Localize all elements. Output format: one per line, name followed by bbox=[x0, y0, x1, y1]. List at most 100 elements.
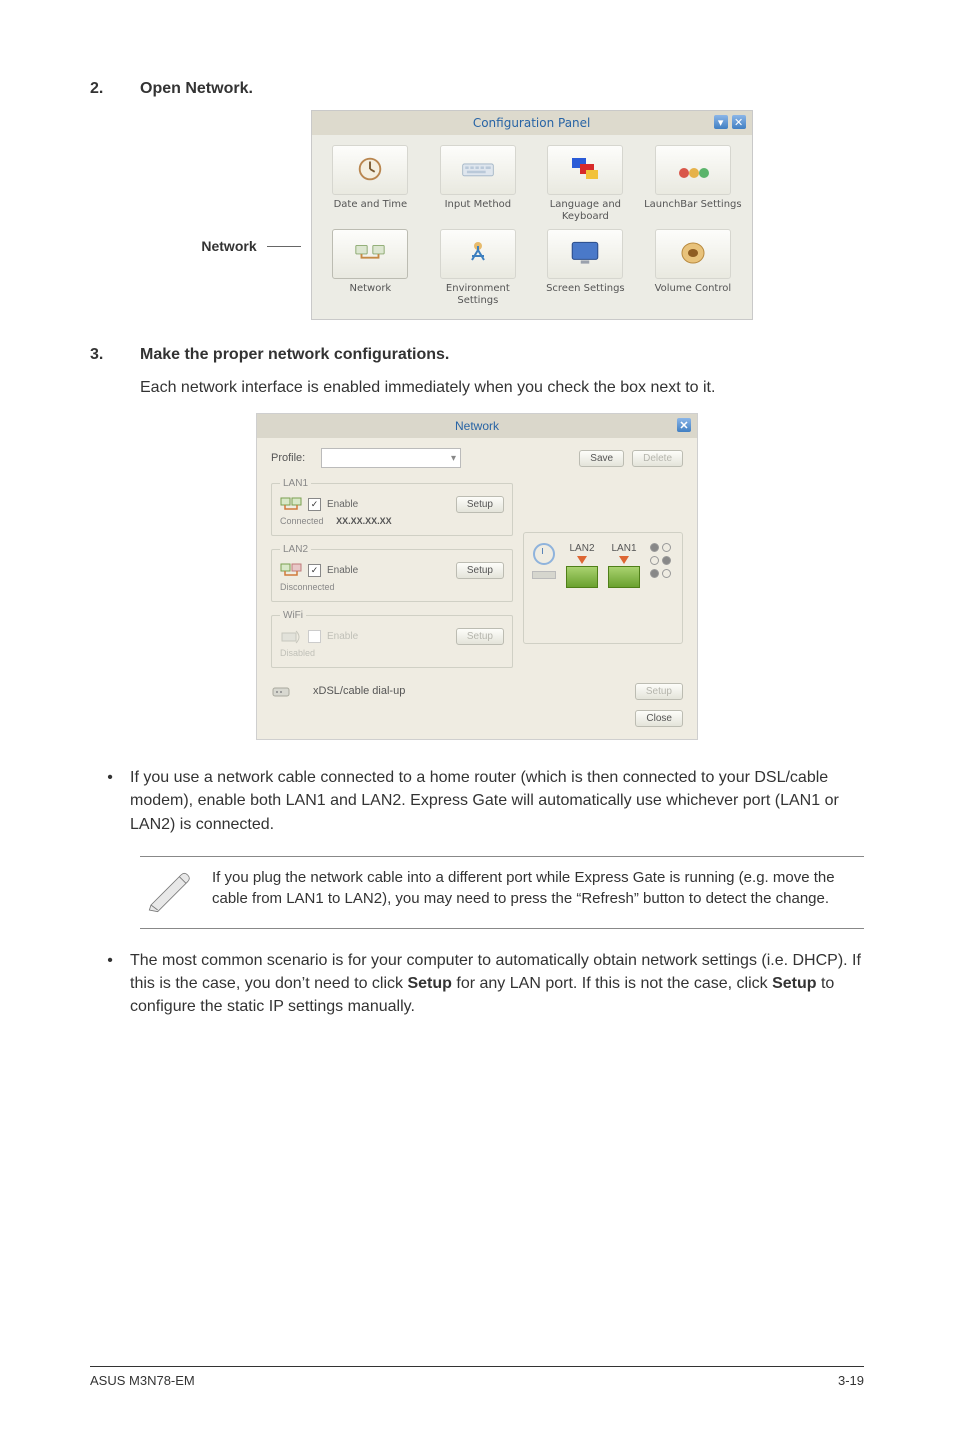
save-button[interactable]: Save bbox=[579, 450, 624, 467]
step-3-title: Make the proper network configurations. bbox=[140, 346, 449, 364]
lan2-setup-button[interactable]: Setup bbox=[456, 562, 504, 579]
network-window: Network ✕ Profile: ▾ Save Delete LAN1 bbox=[256, 413, 698, 740]
config-item-environment[interactable]: Environment Settings bbox=[427, 229, 529, 307]
config-panel-title: Configuration Panel bbox=[473, 116, 591, 130]
wifi-enable-label: Enable bbox=[327, 631, 358, 642]
bullet-marker: • bbox=[90, 766, 130, 836]
network-callout-label: Network bbox=[201, 238, 256, 254]
profile-dropdown[interactable]: ▾ bbox=[321, 448, 461, 468]
speaker-icon bbox=[676, 238, 710, 271]
arrow-down-icon bbox=[577, 556, 587, 564]
ports-panel: LAN2 LAN1 bbox=[523, 532, 683, 644]
config-item-label: Network bbox=[349, 283, 391, 305]
lan2-legend: LAN2 bbox=[280, 544, 311, 555]
page-footer: ASUS M3N78-EM 3-19 bbox=[90, 1366, 864, 1388]
bullet-marker: • bbox=[90, 949, 130, 1019]
bullet-2-text: The most common scenario is for your com… bbox=[130, 949, 864, 1019]
wifi-status: Disabled bbox=[280, 648, 504, 658]
pencil-note-icon bbox=[146, 867, 196, 918]
keyboard-icon bbox=[461, 154, 495, 187]
refresh-icon[interactable] bbox=[533, 543, 555, 565]
lan2-group: LAN2 ✓ Enable Setup Disconnected bbox=[271, 544, 513, 602]
config-item-language-keyboard[interactable]: Language and Keyboard bbox=[535, 145, 637, 223]
port-lan1-label: LAN1 bbox=[611, 543, 636, 554]
lan1-legend: LAN1 bbox=[280, 478, 311, 489]
config-item-date-time[interactable]: Date and Time bbox=[320, 145, 422, 223]
config-item-label: Date and Time bbox=[334, 199, 408, 221]
lan1-enable-checkbox[interactable]: ✓ bbox=[308, 498, 321, 511]
config-item-label: Volume Control bbox=[655, 283, 732, 305]
delete-button[interactable]: Delete bbox=[632, 450, 683, 467]
lan2-port-icon bbox=[566, 566, 598, 588]
clock-icon bbox=[353, 154, 387, 187]
arrow-down-icon bbox=[619, 556, 629, 564]
bullet-1-text: If you use a network cable connected to … bbox=[130, 766, 864, 836]
lan-icon bbox=[280, 495, 302, 513]
step-2-title: Open Network. bbox=[140, 80, 253, 98]
lan1-enable-label: Enable bbox=[327, 499, 358, 510]
step-3-number: 3. bbox=[90, 346, 140, 364]
footer-left: ASUS M3N78-EM bbox=[90, 1373, 195, 1388]
config-item-launchbar[interactable]: LaunchBar Settings bbox=[642, 145, 744, 223]
xdsl-label: xDSL/cable dial-up bbox=[313, 685, 405, 697]
config-item-volume[interactable]: Volume Control bbox=[642, 229, 744, 307]
lan1-setup-button[interactable]: Setup bbox=[456, 496, 504, 513]
configuration-panel-window: Configuration Panel ▾ ✕ Date and Time In… bbox=[311, 110, 753, 320]
setup-bold: Setup bbox=[772, 975, 816, 992]
wifi-enable-checkbox bbox=[308, 630, 321, 643]
lan1-status: Connected bbox=[280, 516, 324, 526]
setup-bold: Setup bbox=[407, 975, 451, 992]
lan-icon bbox=[280, 561, 302, 579]
bullet-2-segment: for any LAN port. If this is not the cas… bbox=[452, 975, 772, 992]
flags-icon bbox=[568, 154, 602, 187]
network-dialog-figure: Network ✕ Profile: ▾ Save Delete LAN1 bbox=[90, 413, 864, 740]
config-item-screen[interactable]: Screen Settings bbox=[535, 229, 637, 307]
xdsl-row: xDSL/cable dial-up Setup bbox=[271, 682, 683, 700]
lan1-port-icon bbox=[608, 566, 640, 588]
led-indicators-icon bbox=[650, 543, 670, 578]
step-3-heading: 3. Make the proper network configuration… bbox=[90, 346, 864, 364]
config-item-label: Environment Settings bbox=[427, 283, 529, 307]
config-panel-figure: Network Configuration Panel ▾ ✕ Date and… bbox=[90, 110, 864, 320]
config-item-label: Screen Settings bbox=[546, 283, 625, 305]
wifi-setup-button: Setup bbox=[456, 628, 504, 645]
bullet-2: • The most common scenario is for your c… bbox=[90, 949, 864, 1019]
network-callout-line bbox=[267, 246, 301, 247]
lan2-status: Disconnected bbox=[280, 582, 504, 592]
config-item-label: Input Method bbox=[445, 199, 512, 221]
step-2-number: 2. bbox=[90, 80, 140, 98]
profile-label: Profile: bbox=[271, 452, 313, 464]
config-item-network[interactable]: Network bbox=[320, 229, 422, 307]
close-button[interactable]: Close bbox=[635, 710, 683, 727]
lan1-ip: XX.XX.XX.XX bbox=[336, 516, 392, 526]
wifi-icon bbox=[280, 627, 302, 645]
modem-icon bbox=[271, 682, 293, 700]
bullet-1: • If you use a network cable connected t… bbox=[90, 766, 864, 836]
apps-icon bbox=[676, 154, 710, 187]
lan1-group: LAN1 ✓ Enable Setup Connected bbox=[271, 478, 513, 536]
step-3-body: Each network interface is enabled immedi… bbox=[140, 376, 864, 399]
port-lan2-label: LAN2 bbox=[569, 543, 594, 554]
profile-row: Profile: ▾ Save Delete bbox=[271, 448, 683, 468]
wifi-legend: WiFi bbox=[280, 610, 306, 621]
minimize-icon[interactable]: ▾ bbox=[714, 115, 728, 129]
network-title: Network bbox=[455, 419, 499, 433]
config-panel-titlebar: Configuration Panel ▾ ✕ bbox=[312, 111, 752, 135]
footer-right: 3-19 bbox=[838, 1373, 864, 1388]
monitor-icon bbox=[568, 238, 602, 271]
lan2-enable-checkbox[interactable]: ✓ bbox=[308, 564, 321, 577]
step-2-heading: 2. Open Network. bbox=[90, 80, 864, 98]
note-text: If you plug the network cable into a dif… bbox=[212, 867, 858, 909]
config-item-label: LaunchBar Settings bbox=[644, 199, 742, 221]
close-icon[interactable]: ✕ bbox=[732, 115, 746, 129]
lan2-enable-label: Enable bbox=[327, 565, 358, 576]
network-icon bbox=[353, 238, 387, 271]
refresh-slot-icon bbox=[532, 571, 556, 579]
person-icon bbox=[461, 238, 495, 271]
config-item-input-method[interactable]: Input Method bbox=[427, 145, 529, 223]
wifi-group: WiFi Enable Setup Disabled bbox=[271, 610, 513, 668]
note-box: If you plug the network cable into a dif… bbox=[140, 856, 864, 929]
xdsl-setup-button: Setup bbox=[635, 683, 683, 700]
network-titlebar: Network ✕ bbox=[257, 414, 697, 438]
close-icon[interactable]: ✕ bbox=[677, 418, 691, 432]
